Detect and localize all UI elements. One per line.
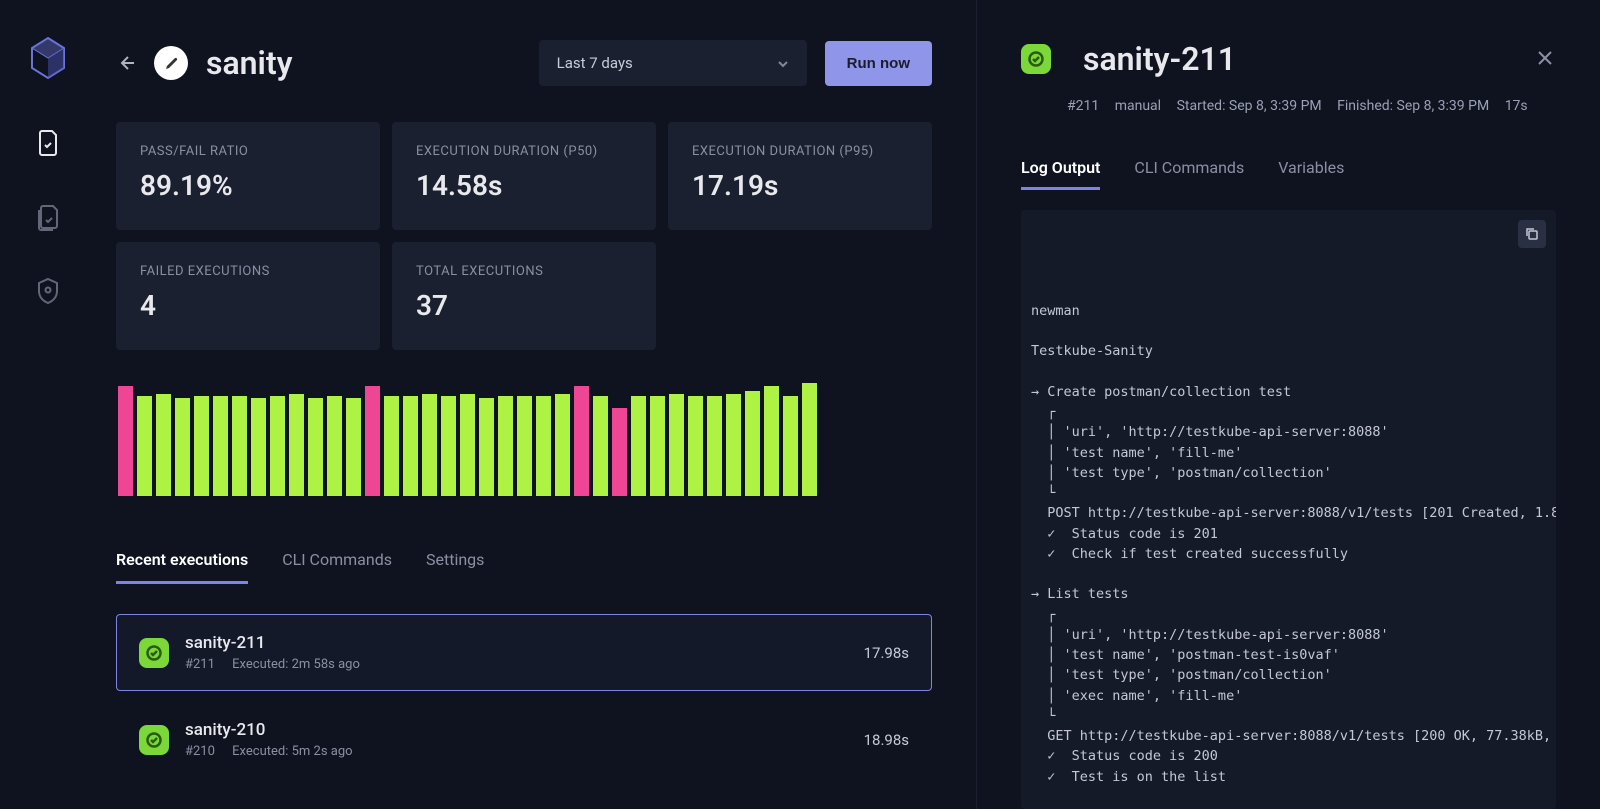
logo-icon[interactable]	[28, 36, 68, 84]
log-text: newman Testkube-Sanity → Create postman/…	[1031, 301, 1546, 787]
chart-bar[interactable]	[441, 396, 456, 496]
tab-cli-commands[interactable]: CLI Commands	[282, 550, 392, 584]
stat-value: 37	[416, 289, 632, 322]
stat-p50: EXECUTION DURATION (P50) 14.58s	[392, 122, 656, 230]
stat-label: TOTAL EXECUTIONS	[416, 264, 632, 279]
chart-bar[interactable]	[631, 396, 646, 496]
chart-bar[interactable]	[289, 394, 304, 496]
page-title: sanity	[206, 44, 521, 82]
detail-panel: sanity-211 #211 manual Started: Sep 8, 3…	[976, 0, 1600, 809]
execution-meta: #210 Executed: 5m 2s ago	[185, 744, 864, 759]
execution-body: sanity-211 #211 Executed: 2m 58s ago	[185, 633, 864, 672]
back-arrow-icon[interactable]	[116, 53, 136, 73]
stat-pass-fail: PASS/FAIL RATIO 89.19%	[116, 122, 380, 230]
stat-total: TOTAL EXECUTIONS 37	[392, 242, 656, 350]
chart-bar[interactable]	[251, 398, 266, 496]
stat-value: 89.19%	[140, 169, 356, 202]
execution-meta: #211 Executed: 2m 58s ago	[185, 657, 864, 672]
chart-bar[interactable]	[517, 396, 532, 496]
stat-value: 17.19s	[692, 169, 908, 202]
tab-recent-executions[interactable]: Recent executions	[116, 550, 248, 584]
chart-bar[interactable]	[194, 396, 209, 496]
execution-row[interactable]: sanity-211 #211 Executed: 2m 58s ago 17.…	[116, 614, 932, 691]
chart-bar[interactable]	[783, 396, 798, 496]
execution-body: sanity-210 #210 Executed: 5m 2s ago	[185, 720, 864, 759]
executions-list: sanity-211 #211 Executed: 2m 58s ago 17.…	[116, 614, 932, 778]
chart-bar[interactable]	[118, 386, 133, 496]
chart-bar[interactable]	[669, 394, 684, 496]
chart-bar[interactable]	[232, 396, 247, 496]
postman-icon	[154, 46, 188, 80]
execution-name: sanity-210	[185, 720, 864, 740]
chart-bar[interactable]	[137, 396, 152, 496]
chart-bar[interactable]	[308, 398, 323, 496]
chart-bar[interactable]	[802, 383, 817, 496]
chevron-down-icon	[777, 54, 789, 72]
panel-header: sanity-211	[1021, 40, 1556, 78]
panel-tabs: Log Output CLI Commands Variables	[1021, 158, 1556, 190]
stat-label: EXECUTION DURATION (P50)	[416, 144, 632, 159]
chart-bar[interactable]	[156, 394, 171, 496]
time-range-label: Last 7 days	[557, 54, 633, 72]
panel-title: sanity-211	[1083, 40, 1520, 78]
chart-bar[interactable]	[536, 396, 551, 496]
panel-meta: #211 manual Started: Sep 8, 3:39 PM Fini…	[1067, 98, 1556, 114]
run-now-button[interactable]: Run now	[825, 41, 932, 86]
chart-bar[interactable]	[327, 396, 342, 496]
chart-bar[interactable]	[365, 386, 380, 496]
execution-duration: 18.98s	[864, 731, 909, 749]
chart-bar[interactable]	[175, 398, 190, 496]
chart-bar[interactable]	[574, 386, 589, 496]
panel-tab-vars[interactable]: Variables	[1278, 158, 1344, 190]
execution-duration: 17.98s	[864, 644, 909, 662]
chart-bar[interactable]	[726, 394, 741, 496]
panel-tab-cli[interactable]: CLI Commands	[1134, 158, 1244, 190]
time-range-select[interactable]: Last 7 days	[539, 40, 807, 86]
nav-tests-icon[interactable]	[34, 128, 62, 158]
chart-bar[interactable]	[745, 391, 760, 496]
stat-label: PASS/FAIL RATIO	[140, 144, 356, 159]
tab-settings[interactable]: Settings	[426, 550, 484, 584]
executions-chart	[116, 384, 932, 496]
chart-bar[interactable]	[384, 396, 399, 496]
status-passed-icon	[139, 638, 169, 668]
chart-bar[interactable]	[688, 396, 703, 496]
stat-failed: FAILED EXECUTIONS 4	[116, 242, 380, 350]
nav-settings-icon[interactable]	[34, 276, 62, 306]
chart-bar[interactable]	[593, 396, 608, 496]
chart-bar[interactable]	[403, 396, 418, 496]
panel-tab-log[interactable]: Log Output	[1021, 158, 1100, 190]
nav-suites-icon[interactable]	[34, 202, 62, 232]
chart-bar[interactable]	[650, 396, 665, 496]
stat-value: 14.58s	[416, 169, 632, 202]
main-tabs: Recent executions CLI Commands Settings	[116, 550, 932, 584]
close-icon[interactable]	[1536, 49, 1556, 69]
chart-bar[interactable]	[707, 396, 722, 496]
stat-label: FAILED EXECUTIONS	[140, 264, 356, 279]
log-output: newman Testkube-Sanity → Create postman/…	[1021, 210, 1556, 809]
sidebar	[0, 0, 96, 809]
execution-row[interactable]: sanity-210 #210 Executed: 5m 2s ago 18.9…	[116, 701, 932, 778]
header: sanity Last 7 days Run now	[116, 40, 932, 86]
chart-bar[interactable]	[764, 386, 779, 496]
status-passed-icon	[139, 725, 169, 755]
chart-bar[interactable]	[213, 396, 228, 496]
stat-value: 4	[140, 289, 356, 322]
copy-icon[interactable]	[1518, 220, 1546, 248]
stat-label: EXECUTION DURATION (P95)	[692, 144, 908, 159]
chart-bar[interactable]	[460, 394, 475, 496]
chart-bar[interactable]	[422, 394, 437, 496]
stat-p95: EXECUTION DURATION (P95) 17.19s	[668, 122, 932, 230]
chart-bar[interactable]	[346, 398, 361, 496]
execution-name: sanity-211	[185, 633, 864, 653]
chart-bar[interactable]	[612, 408, 627, 496]
main-content: sanity Last 7 days Run now PASS/FAIL RAT…	[96, 0, 976, 809]
chart-bar[interactable]	[498, 396, 513, 496]
stats-grid: PASS/FAIL RATIO 89.19% EXECUTION DURATIO…	[116, 122, 932, 350]
chart-bar[interactable]	[270, 396, 285, 496]
chart-bar[interactable]	[555, 394, 570, 496]
status-passed-icon	[1021, 44, 1051, 74]
chart-bar[interactable]	[479, 398, 494, 496]
